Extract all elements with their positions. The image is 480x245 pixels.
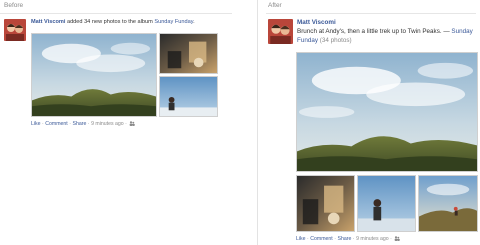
interior-photo-icon — [297, 176, 354, 231]
timestamp[interactable]: 9 minutes ago — [91, 121, 124, 127]
album-link[interactable]: Sunday Funday — [154, 19, 193, 25]
people-icon[interactable] — [129, 121, 136, 126]
timestamp[interactable]: 9 minutes ago — [356, 236, 389, 242]
panel-divider — [257, 0, 258, 245]
person-photo-icon — [160, 77, 217, 116]
before-story: Matt Viscomi added 34 new photos to the … — [31, 19, 236, 27]
caption-text: Brunch at Andy's, then a little trek up … — [297, 28, 442, 36]
before-divider-rule — [0, 13, 232, 14]
thumb-photo-interior[interactable] — [296, 175, 355, 232]
thumb-photo-hilltop[interactable] — [418, 175, 478, 232]
after-panel: After Matt Viscomi Brunch at Andy's, the… — [266, 0, 480, 245]
comment-link[interactable]: Comment — [310, 236, 333, 242]
thumb-photo-person[interactable] — [357, 175, 416, 232]
avatar[interactable] — [268, 19, 293, 44]
after-label: After — [268, 2, 282, 9]
profile-photo-icon — [4, 19, 26, 41]
story-text: added 34 new photos to the album — [65, 19, 155, 25]
share-link[interactable]: Share — [338, 236, 352, 242]
after-divider-rule — [266, 13, 476, 14]
main-photo[interactable] — [296, 52, 478, 172]
before-panel: Before Matt Viscomi added 34 new photos … — [0, 0, 236, 245]
actor-link[interactable]: Matt Viscomi — [31, 19, 65, 25]
side-photo-person[interactable] — [159, 76, 218, 117]
people-icon[interactable] — [394, 236, 401, 241]
share-link[interactable]: Share — [73, 121, 87, 127]
after-actions: Like · Comment · Share · 9 minutes ago · — [296, 236, 401, 242]
separator: · — [125, 121, 127, 127]
like-link[interactable]: Like — [31, 121, 41, 127]
after-story: Matt Viscomi Brunch at Andy's, then a li… — [297, 18, 478, 45]
profile-photo-icon — [268, 19, 293, 44]
landscape-photo-icon — [32, 34, 156, 116]
actor-link[interactable]: Matt Viscomi — [297, 19, 336, 26]
person-photo-icon — [358, 176, 415, 231]
side-photo-interior[interactable] — [159, 33, 218, 74]
like-link[interactable]: Like — [296, 236, 306, 242]
before-label: Before — [4, 2, 24, 9]
dash: — — [441, 28, 452, 36]
comment-link[interactable]: Comment — [45, 121, 68, 127]
main-photo[interactable] — [31, 33, 157, 117]
hilltop-photo-icon — [419, 176, 477, 231]
story-end: . — [193, 19, 195, 25]
landscape-photo-icon — [297, 53, 477, 171]
avatar[interactable] — [4, 19, 26, 41]
interior-photo-icon — [160, 34, 217, 73]
separator: · — [390, 236, 392, 242]
before-actions: Like · Comment · Share · 9 minutes ago · — [31, 121, 136, 127]
photo-count: (34 photos) — [319, 37, 352, 45]
